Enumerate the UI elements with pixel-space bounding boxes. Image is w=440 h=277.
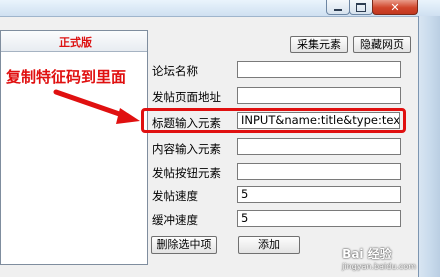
annotation-arrow-icon	[53, 89, 140, 124]
watermark-sub: jingyan.baidu.com	[342, 262, 416, 271]
watermark-text: Bai 经验	[342, 247, 392, 261]
watermark: Bai 经验 jingyan.baidu.com	[342, 245, 416, 271]
